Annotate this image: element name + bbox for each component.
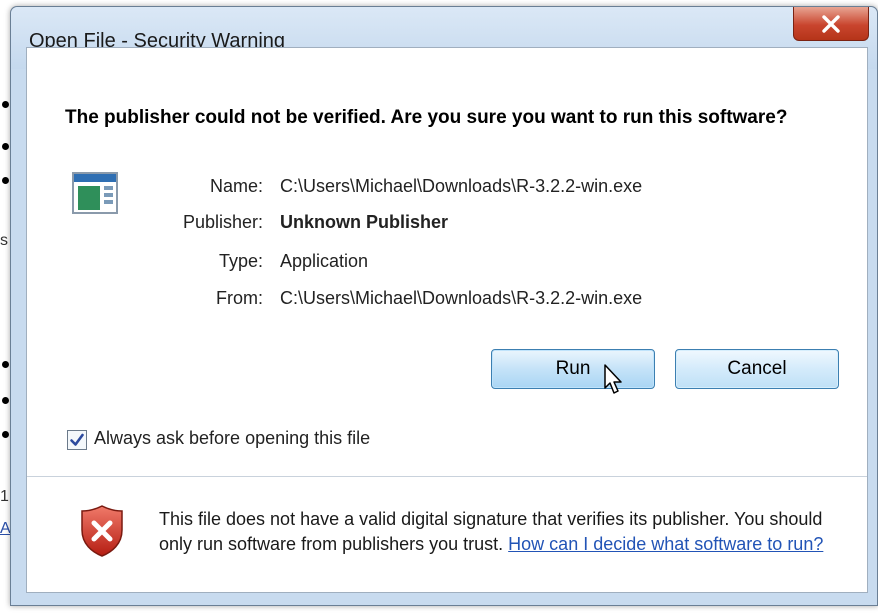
background-bullet bbox=[2, 397, 9, 404]
run-button[interactable]: Run bbox=[491, 349, 655, 389]
always-ask-checkbox[interactable] bbox=[67, 430, 87, 450]
background-bullet bbox=[2, 361, 9, 368]
security-warning-dialog: Open File - Security Warning The publish… bbox=[10, 6, 878, 606]
name-label: Name: bbox=[209, 176, 263, 196]
checkmark-icon bbox=[70, 433, 84, 446]
background-bullet bbox=[2, 431, 9, 438]
help-link[interactable]: How can I decide what software to run? bbox=[508, 534, 823, 554]
always-ask-label[interactable]: Always ask before opening this file bbox=[94, 428, 370, 449]
from-value: C:\Users\Michael\Downloads\R-3.2.2-win.e… bbox=[280, 288, 643, 308]
close-icon bbox=[822, 14, 840, 33]
warning-headline: The publisher could not be verified. Are… bbox=[65, 107, 788, 128]
mouse-cursor-icon bbox=[604, 364, 622, 394]
background-bullet bbox=[2, 143, 9, 150]
cancel-button[interactable]: Cancel bbox=[675, 349, 839, 389]
dialog-content-panel: The publisher could not be verified. Are… bbox=[26, 47, 868, 593]
from-label: From: bbox=[216, 288, 263, 308]
publisher-label: Publisher: bbox=[182, 212, 263, 232]
name-value: C:\Users\Michael\Downloads\R-3.2.2-win.e… bbox=[280, 176, 643, 196]
publisher-value: Unknown Publisher bbox=[280, 212, 449, 232]
background-text-fragment: s bbox=[0, 232, 8, 249]
background-text-fragment: 1 bbox=[0, 488, 9, 505]
shield-error-icon bbox=[81, 505, 123, 557]
type-value: Application bbox=[280, 251, 369, 271]
background-bullet bbox=[2, 101, 9, 108]
close-button[interactable] bbox=[793, 7, 869, 41]
section-divider bbox=[27, 476, 867, 477]
signature-warning-text: This file does not have a valid digital … bbox=[159, 507, 849, 557]
type-label: Type: bbox=[218, 251, 263, 271]
background-bullet bbox=[2, 177, 9, 184]
